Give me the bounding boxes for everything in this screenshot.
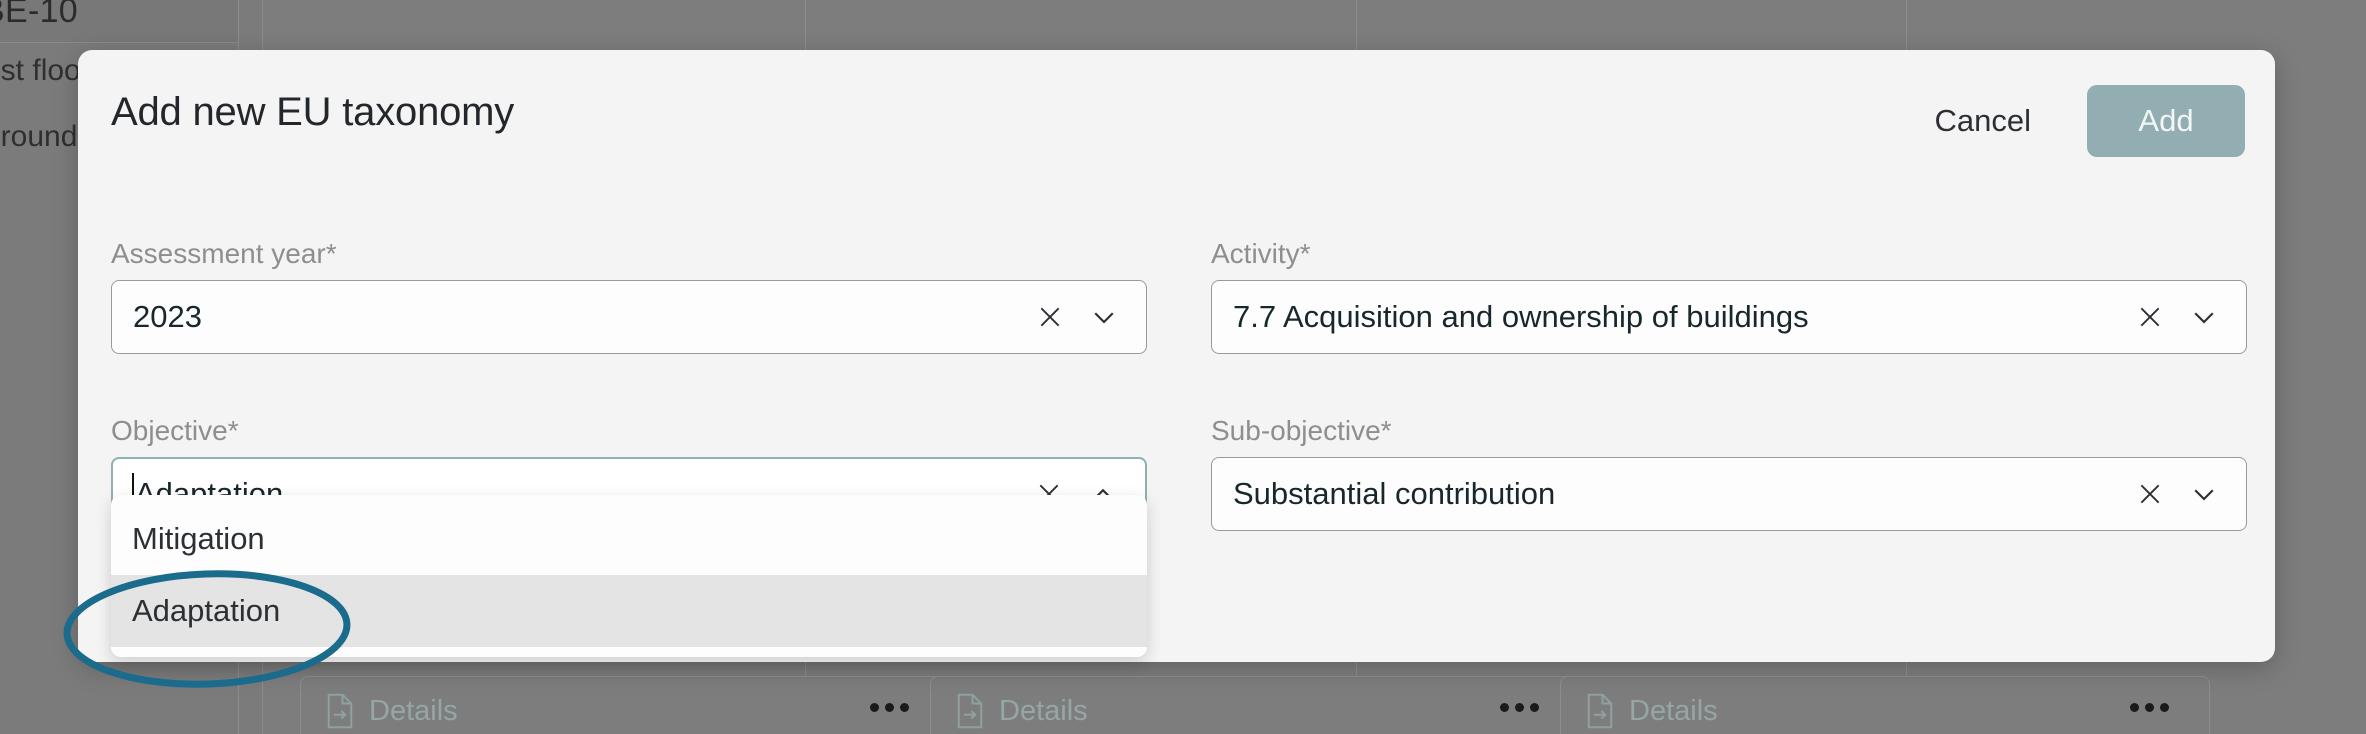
dropdown-option-adaptation[interactable]: Adaptation [111, 575, 1147, 647]
background-tile-code: BE-10 [0, 0, 78, 30]
background-details-card[interactable]: Details [1560, 676, 2210, 734]
field-label-activity: Activity* [1211, 238, 1311, 269]
chevron-down-icon[interactable] [2189, 479, 2219, 509]
add-eu-taxonomy-dialog: Add new EU taxonomy Cancel Add Assessmen… [78, 50, 2275, 662]
more-options-icon[interactable] [1500, 703, 1539, 712]
chevron-down-icon[interactable] [1089, 302, 1119, 332]
add-button[interactable]: Add [2087, 85, 2245, 157]
field-label-objective: Objective* [111, 415, 239, 446]
dropdown-option-mitigation[interactable]: Mitigation [111, 503, 1147, 575]
page-title: Add new EU taxonomy [111, 90, 515, 134]
background-details-card[interactable]: Details [930, 676, 1580, 734]
dialog-actions: Cancel Add [1931, 85, 2245, 157]
close-icon[interactable] [2137, 481, 2163, 507]
more-options-icon[interactable] [2130, 703, 2169, 712]
activity-select[interactable]: 7.7 Acquisition and ownership of buildin… [1211, 280, 2247, 354]
assessment-year-controls [1037, 302, 1146, 332]
background-details-label: Details [369, 694, 458, 727]
assessment-year-value: 2023 [133, 299, 202, 334]
background-details-card-content: Details [325, 693, 458, 729]
field-label-assessment-year: Assessment year* [111, 238, 337, 269]
field-sub-objective: Sub-objective* Substantial contribution [1211, 415, 2247, 531]
close-icon[interactable] [2137, 304, 2163, 330]
field-label-sub-objective: Sub-objective* [1211, 415, 1392, 446]
cancel-button[interactable]: Cancel [1931, 97, 2036, 145]
close-icon[interactable] [1037, 304, 1063, 330]
file-export-icon [1585, 693, 1615, 729]
objective-dropdown-menu: Mitigation Adaptation [111, 495, 1147, 657]
background-details-label: Details [999, 694, 1088, 727]
sub-objective-controls [2137, 479, 2246, 509]
background-details-card-content: Details [955, 693, 1088, 729]
more-options-icon[interactable] [870, 703, 909, 712]
background-details-card[interactable]: Details [300, 676, 950, 734]
background-details-label: Details [1629, 694, 1718, 727]
sub-objective-value: Substantial contribution [1233, 476, 1556, 511]
field-activity: Activity* 7.7 Acquisition and ownership … [1211, 238, 2247, 354]
activity-controls [2137, 302, 2246, 332]
assessment-year-select[interactable]: 2023 [111, 280, 1147, 354]
chevron-down-icon[interactable] [2189, 302, 2219, 332]
screenshot-root: BE-10 1st floor ground floor Details [0, 0, 2366, 734]
file-export-icon [955, 693, 985, 729]
sub-objective-select[interactable]: Substantial contribution [1211, 457, 2247, 531]
activity-value: 7.7 Acquisition and ownership of buildin… [1233, 299, 1809, 334]
field-assessment-year: Assessment year* 2023 [111, 238, 1147, 354]
file-export-icon [325, 693, 355, 729]
dialog-header: Add new EU taxonomy Cancel Add [78, 50, 2275, 178]
background-details-card-content: Details [1585, 693, 1718, 729]
